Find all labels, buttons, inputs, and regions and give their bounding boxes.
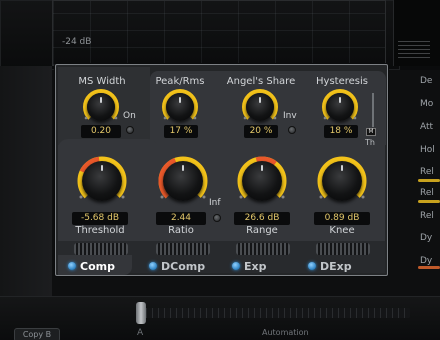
ms-width-knob[interactable] — [87, 93, 115, 121]
slider-a-label: A — [137, 328, 144, 338]
grill-dcomp — [156, 243, 210, 255]
peak-rms-label: Peak/Rms — [155, 76, 205, 87]
right-item-label[interactable]: Mo — [420, 99, 433, 109]
tab-dexp-label: DExp — [320, 259, 352, 273]
knee-knob[interactable] — [322, 161, 362, 201]
exp-led-icon — [232, 262, 240, 270]
right-item-label[interactable]: Rel — [420, 211, 434, 221]
threshold-knob[interactable] — [82, 161, 122, 201]
left-side-panel — [0, 66, 52, 310]
ratio-inf-toggle[interactable] — [213, 214, 221, 222]
knee-value[interactable]: 0.89 dB — [314, 212, 370, 225]
level-bar — [418, 200, 440, 203]
automation-slider-track[interactable] — [140, 308, 410, 318]
ms-width-on-label: On — [123, 111, 136, 121]
dcomp-led-icon — [149, 262, 157, 270]
tab-dcomp-label: DComp — [161, 259, 206, 273]
graph-db-label: -24 dB — [62, 37, 92, 47]
range-knob[interactable] — [242, 161, 282, 201]
right-item-label[interactable]: Dy — [420, 256, 432, 266]
automation-label[interactable]: Automation — [262, 328, 309, 337]
right-item-label[interactable]: Dy — [420, 233, 432, 243]
tab-comp[interactable]: Comp — [68, 258, 115, 274]
th-label: Th — [365, 138, 375, 147]
range-label: Range — [246, 225, 278, 236]
grill-dexp — [316, 243, 370, 255]
meter-scale — [398, 38, 430, 58]
ratio-knob[interactable] — [163, 161, 203, 201]
hysteresis-label: Hysteresis — [316, 76, 368, 87]
right-item-label[interactable]: Hol — [420, 145, 435, 155]
angels-share-label: Angel's Share — [226, 76, 296, 87]
ratio-value[interactable]: 2.44 — [156, 212, 206, 225]
tab-comp-label: Comp — [80, 259, 115, 273]
right-item-label[interactable]: Rel — [420, 167, 434, 177]
range-value[interactable]: 26.6 dB — [234, 212, 290, 225]
hysteresis-value[interactable]: 18 % — [324, 125, 358, 138]
angels-share-knob[interactable] — [246, 93, 274, 121]
peak-rms-value[interactable]: 17 % — [164, 125, 198, 138]
right-item-label[interactable]: Rel — [420, 188, 434, 198]
ratio-label: Ratio — [168, 225, 194, 236]
response-graph — [52, 0, 386, 66]
angels-share-inv-toggle[interactable] — [288, 126, 296, 134]
m-button[interactable]: M — [366, 128, 376, 136]
angels-share-inv-label: Inv — [283, 111, 297, 121]
grill-exp — [236, 243, 290, 255]
automation-slider-thumb[interactable] — [136, 302, 146, 324]
tab-exp[interactable]: Exp — [232, 258, 266, 274]
peak-rms-knob[interactable] — [166, 93, 194, 121]
hysteresis-side-slider[interactable] — [372, 93, 374, 127]
tab-dcomp[interactable]: DComp — [149, 258, 205, 274]
bottom-toolbar — [0, 296, 440, 340]
right-item-label[interactable]: De — [420, 76, 432, 86]
grill-comp — [74, 243, 128, 255]
ratio-inf-label: Inf — [209, 198, 221, 208]
angels-share-value[interactable]: 20 % — [244, 125, 278, 138]
right-item-label[interactable]: Att — [420, 122, 433, 132]
threshold-value[interactable]: -5.68 dB — [72, 212, 128, 225]
ms-width-label: MS Width — [78, 76, 126, 87]
threshold-label: Threshold — [75, 225, 125, 236]
knee-label: Knee — [329, 225, 355, 236]
dexp-led-icon — [308, 262, 316, 270]
tab-dexp[interactable]: DExp — [308, 258, 352, 274]
comp-led-icon — [68, 262, 76, 270]
ms-width-value[interactable]: 0.20 — [81, 125, 121, 138]
dynamics-panel: MS Width 0.20 On Peak/Rms 17 % Angel's S… — [55, 64, 388, 276]
hysteresis-knob[interactable] — [326, 93, 354, 121]
level-bar — [418, 179, 440, 182]
copy-b-button[interactable]: Copy B — [14, 328, 60, 340]
right-parameter-list: De Mo Att Hol Rel Rel Rel Dy Dy — [416, 66, 440, 306]
level-bar — [418, 266, 440, 269]
tab-exp-label: Exp — [244, 259, 267, 273]
ms-width-on-toggle[interactable] — [126, 126, 134, 134]
